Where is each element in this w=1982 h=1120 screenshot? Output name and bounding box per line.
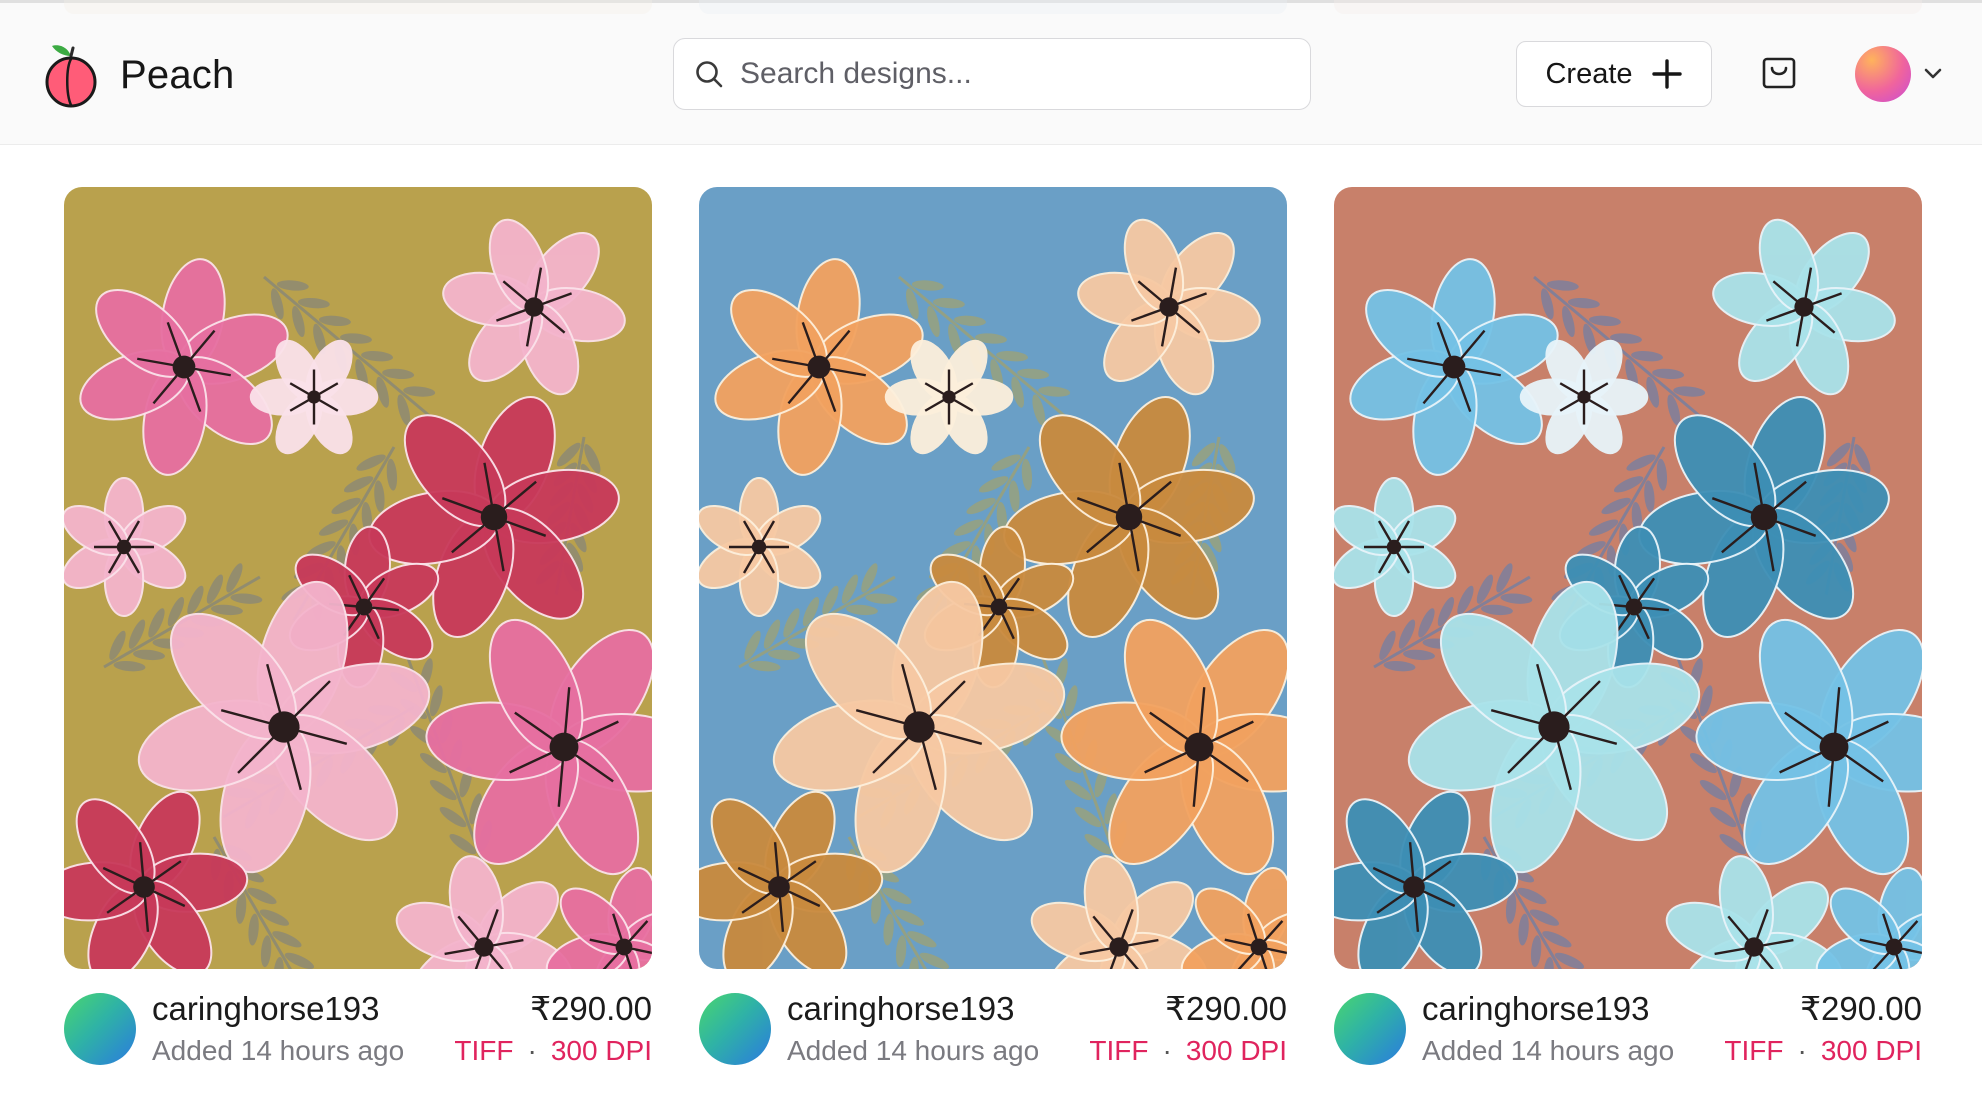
design-thumbnail[interactable]	[1334, 187, 1922, 969]
shopping-bag-icon	[1762, 57, 1796, 89]
cart-button[interactable]	[1762, 56, 1796, 90]
seller-name[interactable]: caringhorse193	[1422, 989, 1724, 1029]
search-icon	[696, 61, 723, 88]
card-meta: caringhorse193 Added 14 hours ago ₹290.0…	[699, 989, 1287, 1069]
chevron-down-icon	[1924, 68, 1942, 79]
separator-dot: ·	[1797, 1035, 1807, 1066]
brand-logo[interactable]: Peach	[42, 40, 234, 110]
added-time: Added 14 hours ago	[1422, 1035, 1675, 1066]
design-thumbnail[interactable]	[699, 187, 1287, 969]
create-button[interactable]: Create	[1516, 41, 1712, 107]
price: ₹290.00	[530, 990, 652, 1027]
avatar	[1855, 46, 1911, 102]
price: ₹290.00	[1165, 990, 1287, 1027]
design-grid: caringhorse193 Added 14 hours ago ₹290.0…	[64, 187, 1922, 1069]
card-meta: caringhorse193 Added 14 hours ago ₹290.0…	[64, 989, 652, 1069]
search-input[interactable]	[740, 57, 1280, 91]
seller-name[interactable]: caringhorse193	[787, 989, 1089, 1029]
card-meta: caringhorse193 Added 14 hours ago ₹290.0…	[1334, 989, 1922, 1069]
separator-dot: ·	[527, 1035, 537, 1066]
price: ₹290.00	[1800, 990, 1922, 1027]
seller-avatar[interactable]	[64, 993, 136, 1065]
design-thumbnail[interactable]	[64, 187, 652, 969]
design-card[interactable]: caringhorse193 Added 14 hours ago ₹290.0…	[699, 187, 1287, 1069]
peach-icon	[45, 45, 97, 108]
file-format: TIFF	[454, 1035, 514, 1066]
separator-dot: ·	[1162, 1035, 1172, 1066]
design-card[interactable]: caringhorse193 Added 14 hours ago ₹290.0…	[64, 187, 652, 1069]
seller-avatar[interactable]	[1334, 993, 1406, 1065]
top-navigation-bar: Peach Create	[0, 0, 1982, 145]
create-button-label: Create	[1545, 57, 1633, 90]
added-time: Added 14 hours ago	[787, 1035, 1040, 1066]
file-format: TIFF	[1724, 1035, 1784, 1066]
plus-icon	[1651, 59, 1682, 89]
added-time: Added 14 hours ago	[152, 1035, 405, 1066]
resolution: 300 DPI	[1820, 1035, 1922, 1066]
design-card[interactable]: caringhorse193 Added 14 hours ago ₹290.0…	[1334, 187, 1922, 1069]
file-format: TIFF	[1089, 1035, 1149, 1066]
resolution: 300 DPI	[1185, 1035, 1287, 1066]
app-name: Peach	[120, 52, 235, 97]
resolution: 300 DPI	[550, 1035, 652, 1066]
seller-name[interactable]: caringhorse193	[152, 989, 454, 1029]
user-menu[interactable]	[1855, 46, 1943, 102]
file-specs: TIFF · 300 DPI	[1089, 1029, 1287, 1073]
file-specs: TIFF · 300 DPI	[1724, 1029, 1922, 1073]
search-box[interactable]	[673, 38, 1311, 110]
seller-avatar[interactable]	[699, 993, 771, 1065]
file-specs: TIFF · 300 DPI	[454, 1029, 652, 1073]
